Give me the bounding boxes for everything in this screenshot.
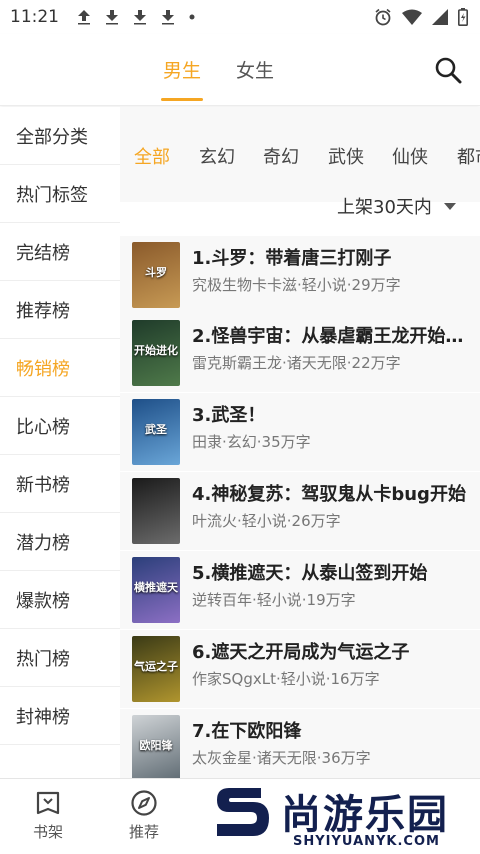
nav-recommend[interactable]: 推荐 (114, 789, 174, 842)
book-title: 5.横推遮天：从泰山签到开始 (192, 563, 428, 584)
bookshelf-icon (36, 791, 60, 815)
battery-icon (458, 8, 468, 26)
download-icon (134, 10, 146, 25)
nav-recommend-label: 推荐 (128, 823, 159, 841)
watermark-url: SHYIYUANYK.COM (293, 834, 440, 849)
sidebar-item-hit[interactable]: 爆款榜 (0, 571, 120, 629)
dot-icon (189, 14, 195, 20)
wifi-icon (402, 9, 422, 25)
category-qihuan[interactable]: 奇幻 (263, 143, 299, 169)
status-bar: 11:21 (0, 0, 480, 34)
book-cover-text: 气运之子 (134, 660, 178, 673)
book-title: 6.遮天之开局成为气运之子 (192, 642, 410, 663)
book-cover-text: 横推遮天 (134, 581, 178, 594)
book-list-item[interactable]: 武圣 3.武圣！ 田隶·玄幻·35万字 (120, 393, 480, 471)
nav-bookshelf[interactable]: 书架 (18, 789, 78, 842)
search-button[interactable] (434, 56, 462, 84)
time-filter-dropdown[interactable]: 上架30天内 (337, 193, 456, 219)
site-watermark: 尚游乐园 SHYIYUANYK.COM (205, 782, 480, 854)
sidebar-item-new-books[interactable]: 新书榜 (0, 455, 120, 513)
tab-male[interactable]: 男生 (163, 56, 201, 83)
compass-icon (131, 790, 157, 816)
rank-sidebar: 全部分类 热门标签 完结榜 推荐榜 畅销榜 比心榜 新书榜 潜力榜 爆款榜 热门… (0, 107, 120, 777)
time-filter-label: 上架30天内 (337, 197, 432, 218)
sidebar-item-recommended[interactable]: 推荐榜 (0, 281, 120, 339)
status-time: 11:21 (10, 7, 59, 27)
book-title: 2.怪兽宇宙：从暴虐霸王龙开始进化 (192, 326, 474, 347)
book-list-item[interactable]: 横推遮天 5.横推遮天：从泰山签到开始 逆转百年·轻小说·19万字 (120, 551, 480, 629)
book-title: 4.神秘复苏：驾驭鬼从卡bug开始 (192, 484, 466, 505)
category-all[interactable]: 全部 (134, 143, 170, 169)
book-cover: 武圣 (132, 399, 180, 465)
book-cover-text: 开始进化 (134, 344, 178, 357)
alarm-icon (375, 8, 391, 26)
sidebar-item-all-categories[interactable]: 全部分类 (0, 107, 120, 165)
search-icon (435, 57, 462, 84)
book-cover-text: 武圣 (145, 423, 167, 436)
category-bar: 全部 玄幻 奇幻 武侠 仙侠 都市 (120, 107, 480, 202)
category-xianxia[interactable]: 仙侠 (392, 143, 428, 169)
active-tab-indicator (161, 98, 203, 101)
nav-bookshelf-label: 书架 (32, 823, 63, 841)
book-meta: 作家SQgxLt·轻小说·16万字 (192, 670, 380, 688)
watermark-text: 尚游乐园 (281, 792, 449, 838)
download-icon (162, 10, 174, 25)
book-title: 7.在下欧阳锋 (192, 721, 302, 742)
book-cover: 开始进化 (132, 320, 180, 386)
book-cover: 气运之子 (132, 636, 180, 702)
book-cover-text: 欧阳锋 (139, 739, 173, 752)
book-cover-text: 斗罗 (145, 266, 167, 279)
chevron-down-icon (443, 202, 456, 210)
book-cover (132, 478, 180, 544)
book-meta: 太灰金星·诸天无限·36万字 (192, 749, 371, 767)
notification-icons (77, 9, 195, 25)
book-meta: 究极生物卡卡滋·轻小说·29万字 (192, 276, 401, 294)
sidebar-item-legend[interactable]: 封神榜 (0, 687, 120, 745)
book-cover: 欧阳锋 (132, 715, 180, 781)
book-list-item[interactable]: 欧阳锋 7.在下欧阳锋太灰金星·诸天无限·36万字 (120, 709, 480, 787)
book-list-item[interactable]: 开始进化 2.怪兽宇宙：从暴虐霸王龙开始进化 雷克斯霸王龙·诸天无限·22万字 (120, 314, 480, 392)
category-dushi[interactable]: 都市 (457, 143, 480, 169)
book-title: 1.斗罗：带着唐三打刚子 (192, 248, 392, 269)
book-meta: 逆转百年·轻小说·19万字 (192, 591, 356, 609)
book-cover: 横推遮天 (132, 557, 180, 623)
book-cover: 斗罗 (132, 242, 180, 308)
book-list-item[interactable]: 4.神秘复苏：驾驭鬼从卡bug开始 叶流火·轻小说·26万字 (120, 472, 480, 550)
category-xuanhuan[interactable]: 玄幻 (199, 143, 235, 169)
sidebar-item-completed[interactable]: 完结榜 (0, 223, 120, 281)
book-meta: 叶流火·轻小说·26万字 (192, 512, 341, 530)
watermark-logo-icon (217, 788, 269, 836)
book-list-item[interactable]: 斗罗 1.斗罗：带着唐三打刚子 究极生物卡卡滋·轻小说·29万字 (120, 236, 480, 314)
category-wuxia[interactable]: 武侠 (328, 143, 364, 169)
book-title: 3.武圣！ (192, 405, 266, 426)
upload-icon (78, 10, 90, 25)
book-list-item[interactable]: 气运之子 6.遮天之开局成为气运之子 作家SQgxLt·轻小说·16万字 (120, 630, 480, 708)
top-header: 男生 女生 (0, 34, 480, 106)
signal-icon (432, 9, 448, 25)
download-icon (106, 10, 118, 25)
sidebar-item-popular[interactable]: 热门榜 (0, 629, 120, 687)
sidebar-item-heart[interactable]: 比心榜 (0, 397, 120, 455)
sidebar-item-bestseller[interactable]: 畅销榜 (0, 339, 120, 397)
sidebar-item-potential[interactable]: 潜力榜 (0, 513, 120, 571)
book-meta: 田隶·玄幻·35万字 (192, 433, 311, 451)
sidebar-item-hot-tags[interactable]: 热门标签 (0, 165, 120, 223)
tab-female[interactable]: 女生 (236, 56, 274, 83)
book-meta: 雷克斯霸王龙·诸天无限·22万字 (192, 354, 401, 372)
